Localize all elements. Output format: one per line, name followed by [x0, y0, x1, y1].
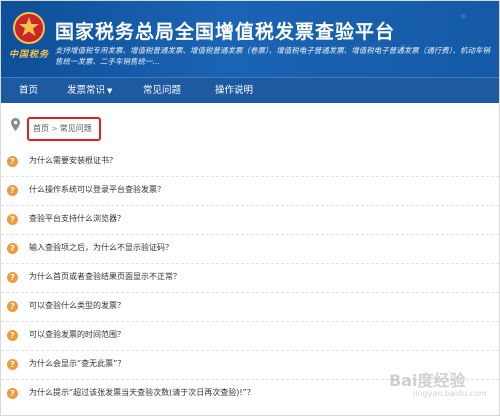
watermark-sub: jingyan.baidu.com — [413, 389, 487, 398]
question-icon: ? — [7, 214, 18, 225]
breadcrumb-home-link[interactable]: 首页 — [33, 124, 49, 133]
page-title: 国家税务总局全国增值税发票查验平台 — [55, 21, 396, 43]
question-icon: ? — [7, 301, 18, 312]
nav-item-home[interactable]: 首页 — [19, 78, 38, 104]
question-icon: ? — [7, 156, 18, 167]
faq-question-link[interactable]: 查验平台支持什么浏览器？ — [29, 213, 125, 224]
faq-row[interactable]: ? 为什么需要安装根证书？ — [1, 147, 499, 177]
breadcrumb: 首页 > 常见问题 — [33, 123, 92, 134]
faq-question-link[interactable]: 什么操作系统可以登录平台查验发票？ — [29, 184, 165, 195]
logo-script: 中国税务 — [9, 50, 50, 60]
faq-question-link[interactable]: 输入查验项之后，为什么不显示验证码？ — [29, 242, 173, 253]
location-pin-icon — [11, 118, 20, 131]
question-icon: ? — [7, 243, 18, 254]
faq-row[interactable]: ? 可以查验发票的时间范围？ — [1, 321, 499, 351]
breadcrumb-bar: 首页 > 常见问题 — [1, 103, 499, 141]
faq-row[interactable]: ? 查验平台支持什么浏览器？ — [1, 205, 499, 235]
faq-row[interactable]: ? 输入查验项之后，为什么不显示验证码？ — [1, 234, 499, 264]
faq-question-link[interactable]: 为什么需要安装根证书？ — [29, 155, 117, 166]
faq-question-link[interactable]: 为什么首页或者查验结果页面显示不正常？ — [29, 271, 181, 282]
faq-question-link[interactable]: 可以查验发票的时间范围？ — [29, 329, 125, 340]
faq-row[interactable]: ? 可以查验什么类型的发票？ — [1, 292, 499, 322]
question-icon: ? — [7, 272, 18, 283]
watermark-text: Bai度经验 — [389, 371, 466, 390]
watermark: Bai度经验 jingyan.baidu.com — [389, 367, 489, 398]
site-header: 中国税务 国家税务总局全国增值税发票查验平台 支持增值税专用发票、增值税普通发票… — [1, 1, 499, 77]
faq-row[interactable]: ? 什么操作系统可以登录平台查验发票？ — [1, 176, 499, 206]
tax-emblem-icon — [13, 12, 45, 44]
chevron-down-icon: ▼ — [107, 87, 113, 95]
question-icon: ? — [7, 185, 18, 196]
faq-question-link[interactable]: 可以查验什么类型的发票？ — [29, 300, 125, 311]
page-frame: 中国税务 国家税务总局全国增值税发票查验平台 支持增值税专用发票、增值税普通发票… — [0, 0, 500, 416]
question-icon: ? — [7, 330, 18, 341]
faq-row[interactable]: ? 为什么首页或者查验结果页面显示不正常？ — [1, 263, 499, 293]
question-icon: ? — [7, 359, 18, 370]
nav-item-invoice-knowledge[interactable]: 发票常识 ▼ — [67, 78, 112, 104]
nav-item-instructions[interactable]: 操作说明 — [215, 78, 253, 104]
faq-question-link[interactable]: 为什么提示“超过该张发票当天查验次数(请于次日再次查验)!”？ — [29, 387, 255, 398]
page-subtitle: 支持增值税专用发票、增值税普通发票、增值税普通发票（卷票）、增值税电子普通发票、… — [55, 46, 490, 66]
faq-question-link[interactable]: 为什么会显示“查无此票”？ — [29, 358, 125, 369]
nav-item-faq[interactable]: 常见问题 — [143, 78, 181, 104]
breadcrumb-separator: > — [51, 124, 58, 133]
nav-item-label: 操作说明 — [215, 85, 254, 96]
nav-item-label: 常见问题 — [143, 85, 182, 96]
main-nav: 首页 发票常识 ▼ 常见问题 操作说明 — [1, 77, 499, 104]
breadcrumb-current: 常见问题 — [59, 124, 92, 133]
nav-item-label: 发票常识 — [67, 85, 106, 96]
nav-item-label: 首页 — [19, 85, 39, 96]
question-icon: ? — [7, 388, 18, 399]
